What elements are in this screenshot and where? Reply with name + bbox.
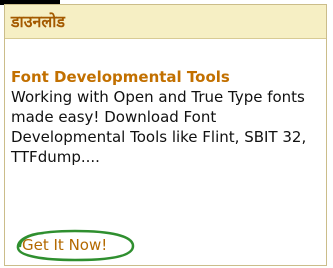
feature-description: Working with Open and True Type fonts ma… <box>11 88 307 166</box>
download-panel: डाउनलोड Font Developmental Tools Working… <box>4 4 327 266</box>
get-it-now-area[interactable]: Get It Now! <box>12 228 138 263</box>
page: डाउनलोड Font Developmental Tools Working… <box>0 0 333 268</box>
panel-title: डाउनलोड <box>11 12 65 31</box>
panel-header: डाउनलोड <box>5 5 326 39</box>
feature-content: Font Developmental Tools Working with Op… <box>11 67 323 167</box>
feature-title[interactable]: Font Developmental Tools <box>11 67 323 87</box>
get-it-now-link[interactable]: Get It Now! <box>22 235 107 255</box>
